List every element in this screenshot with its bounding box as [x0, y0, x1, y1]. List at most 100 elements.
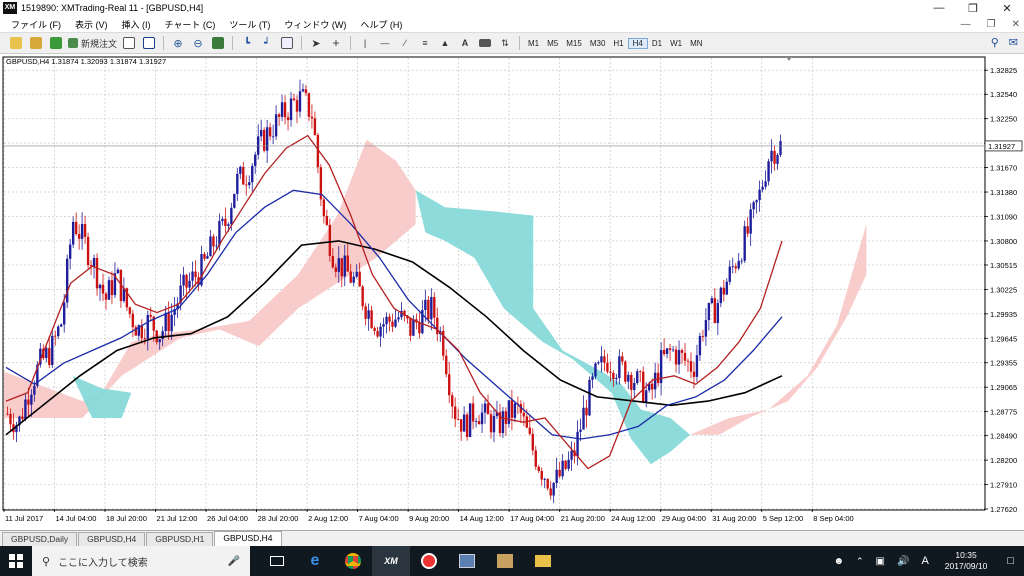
bearish-candle: [433, 297, 436, 318]
bearish-candle: [465, 414, 469, 437]
channel-tool[interactable]: ≡: [417, 35, 433, 51]
bullish-candle: [492, 416, 496, 433]
child-minimize-icon[interactable]: —: [961, 19, 971, 30]
new-chart-button[interactable]: [48, 35, 64, 51]
y-tick-label: 1.32825: [990, 66, 1017, 75]
bullish-candle: [716, 303, 720, 324]
search-icon[interactable]: ⚲: [991, 36, 999, 49]
indicators-button[interactable]: [279, 35, 295, 51]
timeframe-m15[interactable]: M15: [562, 39, 586, 48]
child-close-icon[interactable]: ✕: [1012, 19, 1020, 30]
menu-file[interactable]: ファイル (F): [4, 18, 68, 31]
people-icon[interactable]: ☻: [833, 556, 844, 567]
bullish-candle: [191, 271, 194, 281]
horizontal-line-tool[interactable]: —: [377, 35, 393, 51]
menu-chart[interactable]: チャート (C): [158, 18, 223, 31]
arrows-tool[interactable]: ⇅: [497, 35, 513, 51]
ime-indicator[interactable]: A: [921, 555, 928, 567]
app-red[interactable]: [410, 546, 448, 576]
bullish-candle: [740, 260, 743, 262]
timeframe-h4[interactable]: H4: [627, 37, 648, 49]
bearish-candle: [101, 284, 105, 294]
show-hidden-icons[interactable]: ⌃: [856, 556, 864, 567]
tab-gbpusd-h1[interactable]: GBPUSD,H1: [146, 532, 214, 546]
fullscreen-button[interactable]: [141, 35, 157, 51]
timeframe-m5[interactable]: M5: [543, 39, 562, 48]
tab-gbpusd-h4-active[interactable]: GBPUSD,H4: [214, 531, 282, 546]
timeframe-mn[interactable]: MN: [686, 39, 706, 48]
xm-logo-icon: XM: [3, 2, 17, 14]
bullish-candle: [627, 374, 630, 382]
menu-view[interactable]: 表示 (V): [68, 18, 115, 31]
crosshair-tool[interactable]: +: [328, 35, 344, 51]
timeframe-m1[interactable]: M1: [524, 39, 543, 48]
timeframe-d1[interactable]: D1: [648, 39, 666, 48]
microphone-icon[interactable]: 🎤: [228, 556, 240, 567]
tile-button[interactable]: [210, 35, 226, 51]
tab-gbpusd-daily[interactable]: GBPUSD,Daily: [2, 532, 78, 546]
cursor-tool[interactable]: ➤: [308, 35, 324, 51]
clock[interactable]: 10:35 2017/09/10: [945, 550, 988, 572]
zoom-in-button[interactable]: ⊕: [170, 35, 186, 51]
bearish-candle: [662, 350, 666, 355]
chrome-app[interactable]: [334, 546, 372, 576]
bearish-candle: [459, 419, 463, 432]
chat-icon[interactable]: ✉: [1009, 36, 1018, 49]
minimize-icon[interactable]: —: [922, 0, 956, 16]
close-icon[interactable]: ✕: [990, 0, 1024, 16]
volume-icon[interactable]: 🔊: [897, 556, 909, 567]
bullish-candle: [468, 403, 472, 437]
bearish-candle: [451, 395, 454, 407]
bearish-candle: [143, 338, 146, 339]
vertical-line-tool[interactable]: |: [357, 35, 373, 51]
bullish-candle: [412, 319, 415, 336]
bearish-candle: [564, 460, 567, 469]
network-icon[interactable]: ▣: [876, 556, 885, 567]
bullish-candle: [71, 221, 75, 245]
open-folder-button[interactable]: [8, 35, 24, 51]
bullish-candle: [462, 414, 466, 432]
x-tick-label: 24 Aug 12:00: [611, 514, 655, 523]
trendline-tool[interactable]: ∕: [397, 35, 413, 51]
text-tool[interactable]: A: [457, 35, 473, 51]
file-explorer-app[interactable]: [524, 546, 562, 576]
xm-app[interactable]: XM: [372, 546, 410, 576]
bearish-candle: [436, 317, 439, 335]
bearish-candle: [456, 419, 460, 421]
child-restore-icon[interactable]: ❐: [987, 19, 996, 30]
shapes-tool[interactable]: ▲: [437, 35, 453, 51]
bullish-candle: [588, 379, 591, 416]
zoom-out-button[interactable]: ⊖: [190, 35, 206, 51]
y-tick-label: 1.27620: [990, 505, 1017, 514]
autoscroll-button[interactable]: ┙: [259, 35, 275, 51]
layout-button[interactable]: [121, 35, 137, 51]
label-tool[interactable]: [477, 35, 493, 51]
start-button[interactable]: [0, 546, 32, 576]
timeframe-w1[interactable]: W1: [666, 39, 686, 48]
new-order-button[interactable]: 新規注文: [68, 35, 117, 51]
app-archive[interactable]: [486, 546, 524, 576]
window-icon: [123, 37, 136, 49]
price-chart[interactable]: 1.328251.325401.322501.319601.316701.313…: [0, 54, 1024, 530]
menu-help[interactable]: ヘルプ (H): [353, 18, 409, 31]
tab-gbpusd-h4[interactable]: GBPUSD,H4: [78, 532, 146, 546]
timeframe-h1[interactable]: H1: [609, 39, 627, 48]
bullish-candle: [209, 236, 212, 257]
task-view-button[interactable]: [258, 546, 296, 576]
bullish-candle: [600, 356, 603, 363]
bullish-candle: [98, 284, 102, 289]
menu-tools[interactable]: ツール (T): [222, 18, 277, 31]
profiles-button[interactable]: [28, 35, 44, 51]
menu-window[interactable]: ウィンドウ (W): [277, 18, 353, 31]
edge-app[interactable]: e: [296, 546, 334, 576]
restore-icon[interactable]: ❐: [956, 0, 990, 16]
bullish-candle: [591, 376, 594, 380]
timeframe-m30[interactable]: M30: [586, 39, 610, 48]
folder-icon: [10, 37, 22, 49]
chart-shift-button[interactable]: ┗: [239, 35, 255, 51]
app-photo[interactable]: [448, 546, 486, 576]
menu-insert[interactable]: 挿入 (I): [115, 18, 158, 31]
notifications-icon[interactable]: □: [1007, 555, 1014, 567]
taskbar-search[interactable]: ⚲ ここに入力して検索 🎤: [32, 546, 250, 576]
search-placeholder: ここに入力して検索: [58, 557, 148, 569]
